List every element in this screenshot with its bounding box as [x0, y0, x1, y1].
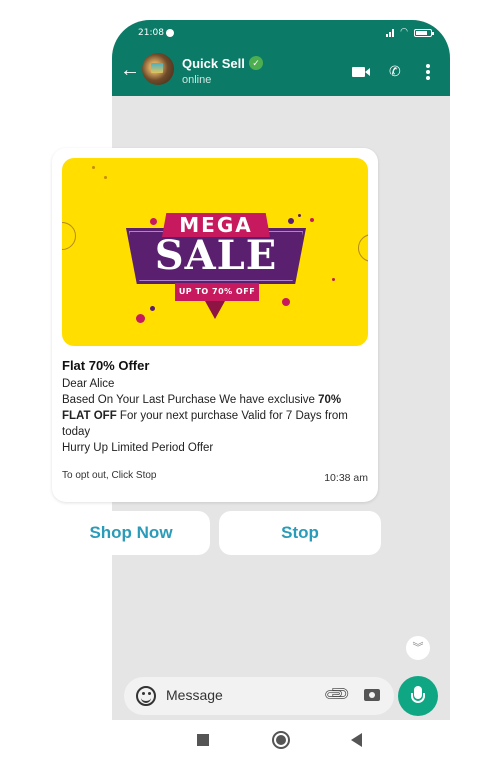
contact-name[interactable]: Quick Sell	[182, 56, 245, 71]
offer-text-a: Based On Your Last Purchase We have excl…	[62, 394, 319, 406]
banner-sale-text: SALE	[154, 232, 278, 279]
message-bubble: MEGA SALE UP TO 70% OFF Flat 70% Offer D…	[52, 148, 378, 502]
back-arrow-icon[interactable]: ←	[120, 60, 140, 80]
greeting: Dear Alice	[62, 378, 115, 390]
shop-now-button[interactable]: Shop Now	[52, 511, 210, 555]
offer-body: Dear Alice Based On Your Last Purchase W…	[62, 376, 362, 456]
attachment-icon[interactable]: 📎︎	[322, 679, 353, 710]
offer-urgency: Hurry Up Limited Period Offer	[62, 442, 214, 454]
offer-title: Flat 70% Offer	[62, 358, 150, 373]
contact-status: online	[182, 74, 212, 86]
recent-apps-icon[interactable]	[197, 734, 209, 746]
stop-button[interactable]: Stop	[219, 511, 381, 555]
verified-badge-icon: ✓	[249, 56, 263, 70]
opt-out-text: To opt out, Click Stop	[62, 470, 157, 481]
video-call-icon[interactable]	[352, 67, 370, 77]
nav-back-icon[interactable]	[351, 733, 362, 747]
chat-header: 21:08 ◠ ← Quick Sell ✓ online ✆	[112, 20, 450, 96]
offer-details: Based On Your Last Purchase We have excl…	[62, 392, 362, 440]
status-time: 21:08	[138, 28, 164, 38]
voice-call-icon[interactable]: ✆	[389, 63, 401, 80]
signal-icon	[386, 28, 395, 37]
message-placeholder[interactable]: Message	[166, 687, 223, 703]
banner-ribbon	[205, 301, 225, 319]
status-bar: 21:08 ◠	[138, 27, 434, 42]
more-options-icon[interactable]	[426, 64, 430, 80]
emoji-icon[interactable]	[136, 686, 156, 706]
wifi-icon: ◠	[400, 27, 408, 37]
banner-discount-text: UP TO 70% OFF	[175, 283, 259, 301]
message-input[interactable]: Message 📎︎	[124, 677, 394, 715]
promo-banner-image[interactable]: MEGA SALE UP TO 70% OFF	[62, 158, 368, 346]
mic-button[interactable]	[398, 676, 438, 716]
message-timestamp: 10:38 am	[324, 472, 368, 484]
messenger-notification-icon	[166, 29, 174, 37]
battery-icon	[414, 28, 434, 37]
camera-icon[interactable]	[364, 689, 380, 701]
home-icon[interactable]	[272, 731, 290, 749]
avatar[interactable]	[142, 53, 174, 85]
scroll-to-bottom-icon[interactable]: ︾	[406, 636, 430, 660]
